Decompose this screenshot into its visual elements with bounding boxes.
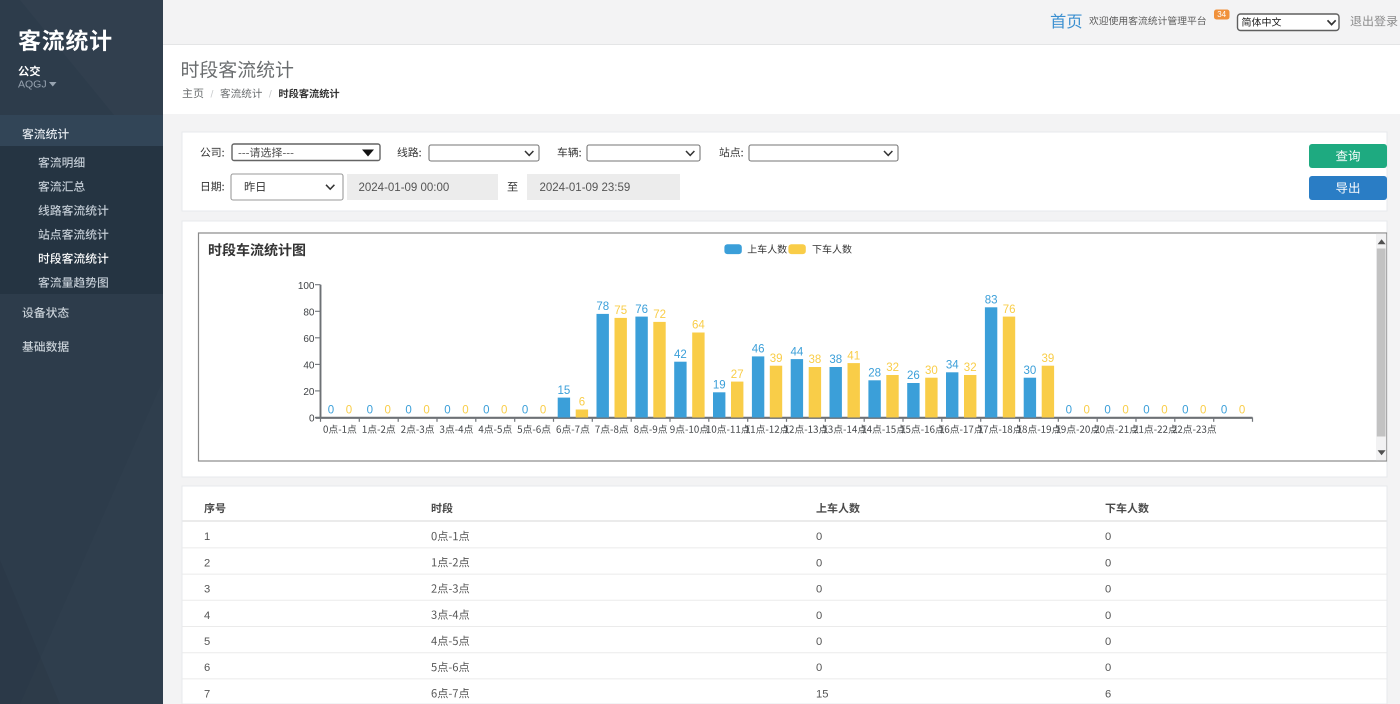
svg-text:0: 0 [816,636,822,648]
svg-text:39: 39 [770,353,783,365]
svg-text:46: 46 [752,344,765,356]
svg-text:0: 0 [1105,610,1111,622]
svg-text:0: 0 [522,405,528,417]
svg-text:0: 0 [462,405,468,417]
svg-text:6: 6 [579,397,585,409]
svg-text:0: 0 [816,662,822,674]
svg-text:20: 20 [303,387,315,398]
svg-text:3: 3 [204,584,210,596]
svg-text:100: 100 [298,281,315,292]
svg-text:0: 0 [309,414,315,425]
svg-text:0: 0 [1161,405,1167,417]
svg-text:44: 44 [791,346,804,358]
svg-text:28: 28 [868,368,881,380]
svg-text:0: 0 [540,405,546,417]
svg-text:38: 38 [829,354,842,366]
svg-text:0: 0 [1105,662,1111,674]
svg-text:2024-01-09 00:00: 2024-01-09 00:00 [359,182,450,194]
svg-text:0: 0 [1105,557,1111,569]
svg-text:0: 0 [328,405,334,417]
svg-text:15: 15 [558,385,571,397]
svg-text:34: 34 [1217,10,1226,19]
svg-text:0: 0 [1143,405,1149,417]
svg-text:60: 60 [303,334,315,345]
svg-text:0: 0 [1105,531,1111,543]
svg-text:0: 0 [1221,405,1227,417]
svg-text:0: 0 [816,557,822,569]
svg-text:40: 40 [303,361,315,372]
svg-text:41: 41 [847,350,860,362]
svg-text:19: 19 [713,380,726,392]
svg-text:0: 0 [1122,405,1128,417]
svg-text:34: 34 [946,360,959,372]
svg-text:0: 0 [816,531,822,543]
svg-text:0: 0 [405,405,411,417]
svg-text:78: 78 [596,301,609,313]
svg-text:0: 0 [816,610,822,622]
svg-text:2: 2 [204,557,210,569]
svg-text:0: 0 [1104,405,1110,417]
svg-text:76: 76 [1003,304,1016,316]
svg-text:32: 32 [964,362,977,374]
svg-text:0: 0 [1239,405,1245,417]
svg-text:7: 7 [204,688,210,700]
svg-text:6: 6 [1105,688,1111,700]
svg-text:0: 0 [1105,636,1111,648]
svg-text:0: 0 [423,405,429,417]
svg-text:80: 80 [303,308,315,319]
svg-text:30: 30 [1024,365,1037,377]
svg-text:64: 64 [692,320,705,332]
svg-text:0: 0 [1105,584,1111,596]
svg-text:/: / [269,88,272,100]
svg-text:1: 1 [204,531,210,543]
svg-text:/: / [211,88,214,100]
svg-text:0: 0 [1200,405,1206,417]
svg-text:6: 6 [204,662,210,674]
svg-text:0: 0 [501,405,507,417]
svg-text:27: 27 [731,369,744,381]
svg-text:0: 0 [483,405,489,417]
svg-text:0: 0 [1083,405,1089,417]
svg-text:38: 38 [809,354,822,366]
svg-text:75: 75 [614,305,627,317]
svg-text:76: 76 [635,304,648,316]
svg-text:0: 0 [444,405,450,417]
svg-text:39: 39 [1042,353,1055,365]
svg-text:83: 83 [985,295,998,307]
svg-text:5: 5 [204,636,210,648]
svg-text:42: 42 [674,349,687,361]
svg-text:0: 0 [384,405,390,417]
svg-text:0: 0 [816,584,822,596]
svg-text:15: 15 [816,688,828,700]
svg-text:30: 30 [925,365,938,377]
svg-text:72: 72 [653,309,666,321]
svg-text:0: 0 [1066,405,1072,417]
svg-text:0: 0 [367,405,373,417]
svg-text:0: 0 [346,405,352,417]
svg-text:26: 26 [907,370,920,382]
svg-text:2024-01-09 23:59: 2024-01-09 23:59 [540,182,631,194]
svg-text:0: 0 [1182,405,1188,417]
svg-text:4: 4 [204,610,210,622]
svg-text:AQGJ: AQGJ [18,79,47,91]
svg-text:32: 32 [886,362,899,374]
